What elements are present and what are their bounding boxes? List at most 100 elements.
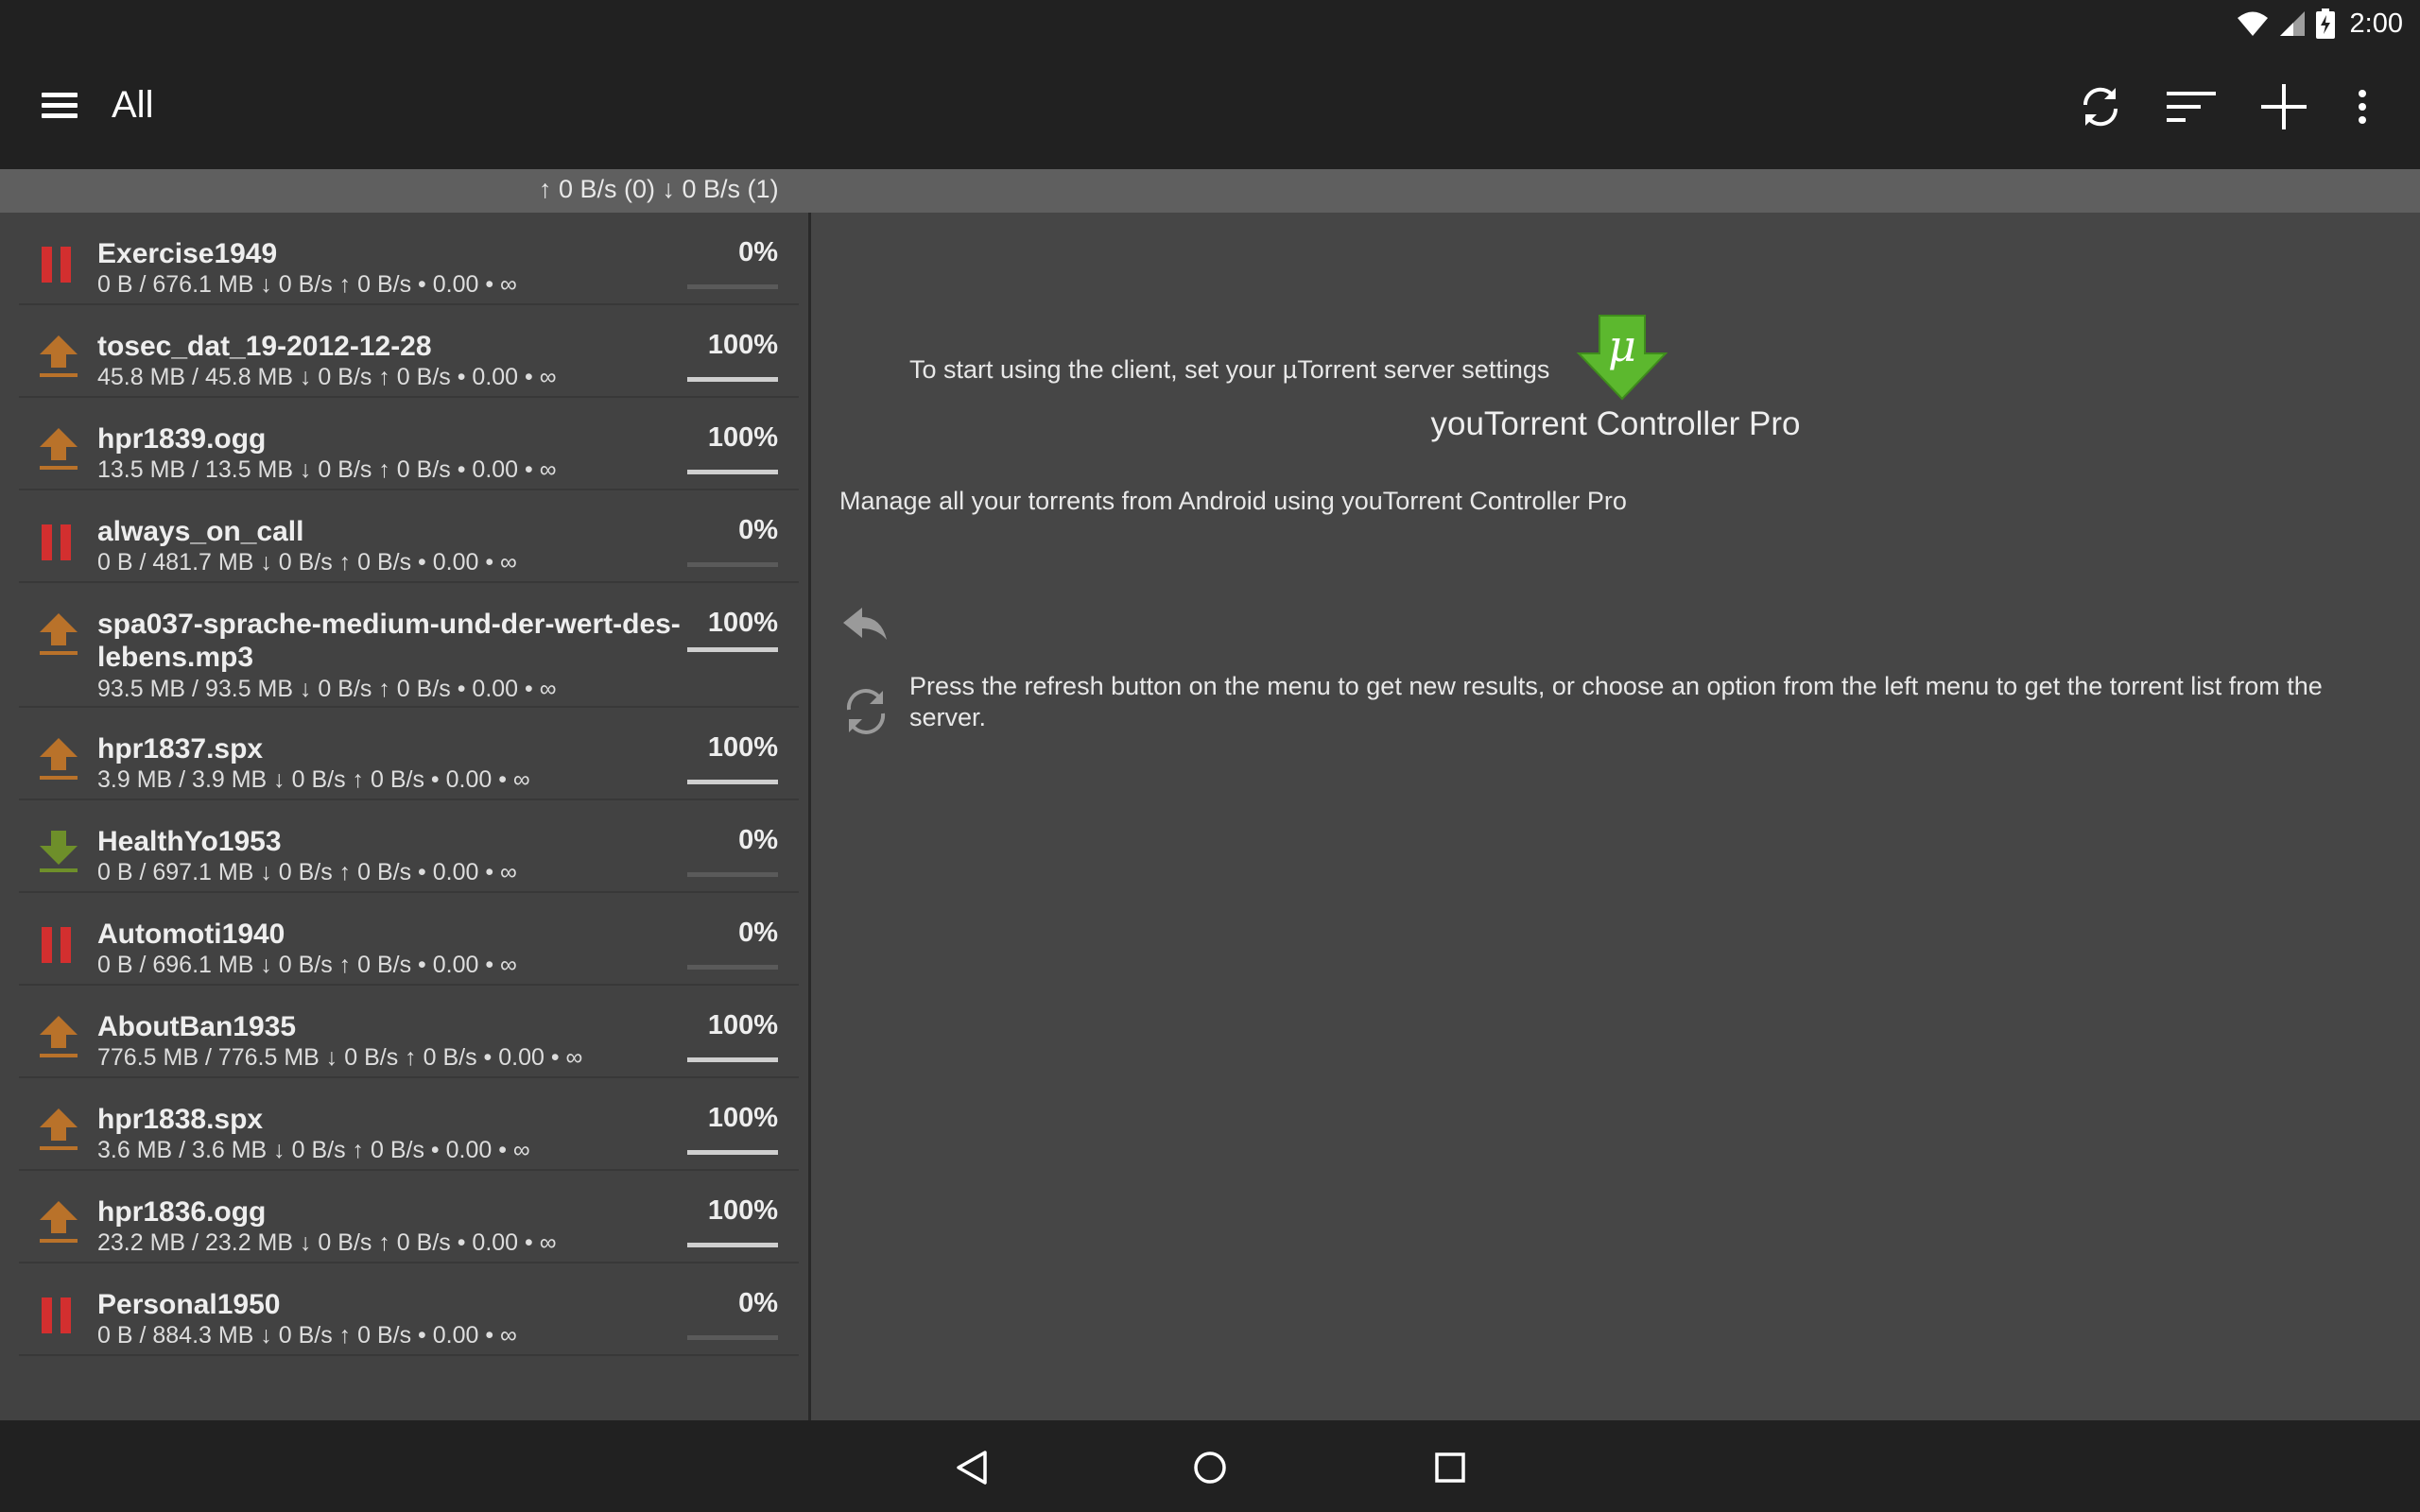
torrent-info: 0 B / 481.7 MB ↓ 0 B/s ↑ 0 B/s • 0.00 • … xyxy=(97,549,517,576)
recents-button[interactable] xyxy=(1424,1441,1477,1494)
progress-fill xyxy=(687,647,778,652)
upload-icon[interactable] xyxy=(36,334,81,381)
torrent-info: 776.5 MB / 776.5 MB ↓ 0 B/s ↑ 0 B/s • 0.… xyxy=(97,1044,583,1071)
torrent-row[interactable]: HealthYo1953 0 B / 697.1 MB ↓ 0 B/s ↑ 0 B… xyxy=(19,800,799,893)
speed-summary-text: ↑ 0 B/s (0) ↓ 0 B/s (1) xyxy=(539,175,779,203)
torrent-progress-bar xyxy=(687,1150,778,1155)
torrent-percent: 0% xyxy=(738,515,778,545)
overflow-menu-button[interactable] xyxy=(2332,77,2393,137)
upload-icon[interactable] xyxy=(36,1107,81,1154)
torrent-row[interactable]: Personal1950 0 B / 884.3 MB ↓ 0 B/s ↑ 0 B… xyxy=(19,1263,799,1356)
back-button[interactable] xyxy=(945,1441,998,1494)
upload-icon[interactable] xyxy=(36,426,81,473)
refresh-hint-icon xyxy=(846,689,886,734)
pause-icon[interactable] xyxy=(36,519,81,566)
add-torrent-button[interactable] xyxy=(2254,77,2314,137)
hamburger-menu-icon[interactable] xyxy=(38,88,81,126)
torrent-progress-bar xyxy=(687,377,778,382)
torrent-name: hpr1836.ogg xyxy=(97,1196,267,1228)
torrent-info: 0 B / 676.1 MB ↓ 0 B/s ↑ 0 B/s • 0.00 • … xyxy=(97,271,517,298)
recents-icon xyxy=(1435,1452,1465,1483)
torrent-list: Exercise1949 0 B / 676.1 MB ↓ 0 B/s ↑ 0 B… xyxy=(0,213,808,1420)
torrent-percent: 100% xyxy=(707,422,778,453)
refresh-icon xyxy=(2083,87,2118,127)
torrent-name: Personal1950 xyxy=(97,1289,281,1320)
refresh-button[interactable] xyxy=(2070,77,2131,137)
signal-icon xyxy=(2279,11,2305,36)
welcome-panel: μ youTorrent Controller Pro Manage all y… xyxy=(811,213,2420,1420)
torrent-percent: 100% xyxy=(707,1010,778,1040)
torrent-progress-bar xyxy=(687,284,778,289)
torrent-progress-bar xyxy=(687,562,778,567)
progress-fill xyxy=(687,1243,778,1247)
back-icon xyxy=(957,1451,987,1485)
torrent-name: spa037-sprache-medium-und-der-wert-des-l… xyxy=(97,609,681,673)
torrent-info: 3.6 MB / 3.6 MB ↓ 0 B/s ↑ 0 B/s • 0.00 •… xyxy=(97,1137,530,1163)
torrent-name: hpr1839.ogg xyxy=(97,423,267,455)
torrent-progress-bar xyxy=(687,1243,778,1247)
status-bar: 2:00 xyxy=(0,0,2420,46)
speed-summary-bar: ↑ 0 B/s (0) ↓ 0 B/s (1) xyxy=(0,169,2420,213)
status-icons: 2:00 xyxy=(2237,8,2403,40)
upload-icon[interactable] xyxy=(36,736,81,783)
upload-icon[interactable] xyxy=(36,611,81,659)
download-icon[interactable] xyxy=(36,829,81,876)
torrent-row[interactable]: spa037-sprache-medium-und-der-wert-des-l… xyxy=(19,583,799,708)
sort-button[interactable] xyxy=(2161,77,2221,137)
torrent-name: always_on_call xyxy=(97,516,304,547)
torrent-percent: 100% xyxy=(707,330,778,360)
torrent-row[interactable]: always_on_call 0 B / 481.7 MB ↓ 0 B/s ↑ 0… xyxy=(19,490,799,583)
pause-icon[interactable] xyxy=(36,241,81,288)
pause-icon[interactable] xyxy=(36,1292,81,1339)
app-name: youTorrent Controller Pro xyxy=(1430,405,1801,442)
manage-description: Manage all your torrents from Android us… xyxy=(839,487,1627,515)
home-icon xyxy=(1194,1452,1226,1484)
torrent-info: 13.5 MB / 13.5 MB ↓ 0 B/s ↑ 0 B/s • 0.00… xyxy=(97,456,557,483)
wifi-icon xyxy=(2237,11,2268,36)
torrent-row[interactable]: Automoti1940 0 B / 696.1 MB ↓ 0 B/s ↑ 0 B… xyxy=(19,893,799,986)
torrent-progress-bar xyxy=(687,1335,778,1340)
progress-fill xyxy=(687,377,778,382)
torrent-percent: 100% xyxy=(707,1195,778,1226)
torrent-progress-bar xyxy=(687,872,778,877)
progress-fill xyxy=(687,1057,778,1062)
torrent-info: 23.2 MB / 23.2 MB ↓ 0 B/s ↑ 0 B/s • 0.00… xyxy=(97,1229,557,1256)
app-bar: All xyxy=(0,46,2420,169)
torrent-name: tosec_dat_19-2012-12-28 xyxy=(97,331,432,362)
torrent-percent: 0% xyxy=(738,825,778,855)
torrent-row[interactable]: hpr1838.spx 3.6 MB / 3.6 MB ↓ 0 B/s ↑ 0 B… xyxy=(19,1078,799,1171)
torrent-row[interactable]: hpr1837.spx 3.9 MB / 3.9 MB ↓ 0 B/s ↑ 0 B… xyxy=(19,708,799,800)
reply-arrow-icon xyxy=(843,608,887,640)
status-time: 2:00 xyxy=(2349,8,2403,39)
torrent-info: 45.8 MB / 45.8 MB ↓ 0 B/s ↑ 0 B/s • 0.00… xyxy=(97,364,557,390)
battery-charging-icon xyxy=(2315,9,2335,39)
torrent-info: 93.5 MB / 93.5 MB ↓ 0 B/s ↑ 0 B/s • 0.00… xyxy=(97,676,557,702)
torrent-name: hpr1838.spx xyxy=(97,1104,264,1135)
page-title: All xyxy=(112,84,154,126)
torrent-row[interactable]: Exercise1949 0 B / 676.1 MB ↓ 0 B/s ↑ 0 B… xyxy=(19,213,799,305)
upload-icon[interactable] xyxy=(36,1014,81,1061)
overflow-menu-icon xyxy=(2359,90,2366,124)
home-button[interactable] xyxy=(1184,1441,1236,1494)
progress-fill xyxy=(687,780,778,784)
torrent-info: 0 B / 884.3 MB ↓ 0 B/s ↑ 0 B/s • 0.00 • … xyxy=(97,1322,517,1349)
upload-icon[interactable] xyxy=(36,1199,81,1246)
sort-icon xyxy=(2167,92,2216,122)
torrent-row[interactable]: hpr1836.ogg 23.2 MB / 23.2 MB ↓ 0 B/s ↑ 0… xyxy=(19,1171,799,1263)
torrent-percent: 0% xyxy=(738,1288,778,1318)
torrent-row[interactable]: AboutBan1935 776.5 MB / 776.5 MB ↓ 0 B/s … xyxy=(19,986,799,1078)
torrent-name: hpr1837.spx xyxy=(97,733,264,765)
torrent-info: 0 B / 697.1 MB ↓ 0 B/s ↑ 0 B/s • 0.00 • … xyxy=(97,859,517,885)
torrent-name: HealthYo1953 xyxy=(97,826,282,857)
system-nav-bar xyxy=(0,1420,2420,1512)
torrent-percent: 0% xyxy=(738,918,778,948)
pause-icon[interactable] xyxy=(36,921,81,969)
torrent-row[interactable]: tosec_dat_19-2012-12-28 45.8 MB / 45.8 MB… xyxy=(19,305,799,398)
torrent-progress-bar xyxy=(687,965,778,970)
torrent-percent: 100% xyxy=(707,732,778,763)
settings-hint: To start using the client, set your µTor… xyxy=(909,355,1550,384)
torrent-row[interactable]: hpr1839.ogg 13.5 MB / 13.5 MB ↓ 0 B/s ↑ 0… xyxy=(19,398,799,490)
torrent-name: Automoti1940 xyxy=(97,919,285,950)
torrent-progress-bar xyxy=(687,1057,778,1062)
torrent-percent: 100% xyxy=(707,1103,778,1133)
